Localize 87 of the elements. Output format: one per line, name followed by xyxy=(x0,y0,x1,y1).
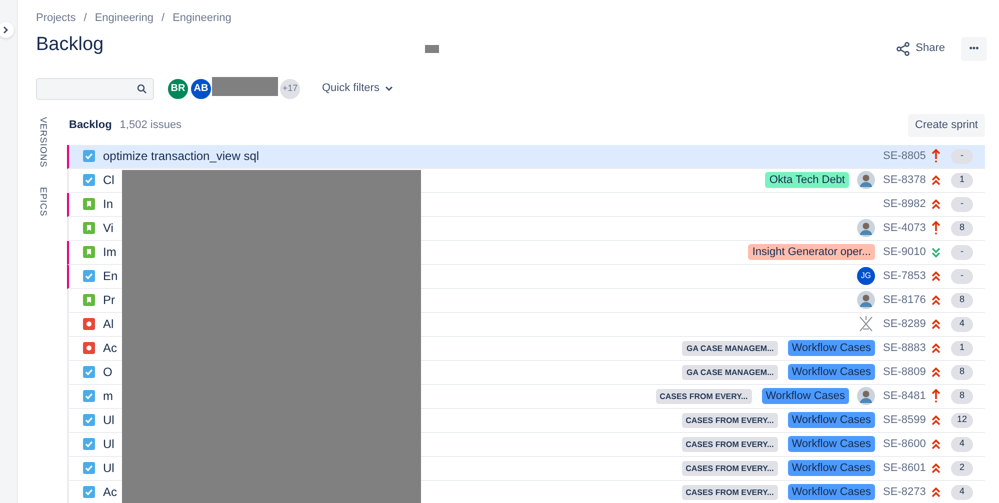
breadcrumb-separator: / xyxy=(84,11,87,26)
issue-summary: optimize transaction_view sql xyxy=(103,148,260,165)
estimate-badge: - xyxy=(951,244,973,260)
epic-label: Workflow Cases xyxy=(788,340,875,356)
issue-summary: Im xyxy=(103,244,116,261)
issue-summary: Vi xyxy=(103,220,114,237)
issue-key[interactable]: SE-8378 xyxy=(883,172,925,188)
avatar: JG xyxy=(857,267,875,285)
issue-summary: Pr xyxy=(103,292,115,309)
estimate-badge: 8 xyxy=(951,364,973,380)
version-label: CASES FROM EVERY... xyxy=(682,484,778,500)
avatar[interactable]: AB xyxy=(189,76,213,100)
search-field[interactable] xyxy=(36,78,154,100)
backlog-heading: Backlog xyxy=(69,118,112,134)
issue-row[interactable]: optimize transaction_view sql SE-8805 - xyxy=(67,144,985,168)
estimate-badge: 4 xyxy=(951,484,973,500)
create-sprint-button[interactable]: Create sprint xyxy=(908,114,985,137)
epic-label: Workflow Cases xyxy=(788,412,875,428)
breadcrumb-link[interactable]: Engineering xyxy=(172,10,232,26)
issue-key[interactable]: SE-7853 xyxy=(883,268,925,284)
search-icon xyxy=(137,84,147,94)
version-label: CASES FROM EVERY... xyxy=(682,436,778,452)
more-button[interactable]: ••• xyxy=(961,36,987,60)
issue-key[interactable]: SE-4073 xyxy=(883,220,925,236)
issue-summary: Ul xyxy=(103,436,114,453)
avatar[interactable]: BR xyxy=(166,76,190,100)
issue-summary: Ul xyxy=(103,412,114,429)
estimate-badge: - xyxy=(951,196,973,212)
estimate-badge: - xyxy=(951,148,973,164)
breadcrumb-link[interactable]: Engineering xyxy=(94,10,154,26)
breadcrumb-separator: / xyxy=(162,11,165,26)
issue-key[interactable]: SE-8289 xyxy=(883,316,925,332)
share-icon xyxy=(896,42,910,56)
redaction-block xyxy=(212,77,278,96)
estimate-badge: 1 xyxy=(951,340,973,356)
epic-label: Workflow Cases xyxy=(762,388,849,404)
side-tab[interactable]: EPICS xyxy=(36,187,50,217)
issue-summary: Al xyxy=(103,316,114,333)
issue-key[interactable]: SE-8176 xyxy=(883,292,925,308)
side-tab[interactable]: VERSIONS xyxy=(36,116,50,168)
issue-summary: O xyxy=(103,364,112,381)
quick-filters-dropdown[interactable]: Quick filters xyxy=(322,80,394,97)
page-title: Backlog xyxy=(36,33,104,58)
version-label: GA CASE MANAGEM... xyxy=(682,340,778,356)
issue-summary: Ac xyxy=(103,340,118,357)
issue-summary: En xyxy=(103,268,118,285)
issue-key[interactable]: SE-8982 xyxy=(883,196,925,212)
issue-summary: In xyxy=(103,196,114,213)
epic-label: Insight Generator oper... xyxy=(748,244,875,260)
issue-summary: Ul xyxy=(103,460,114,477)
issue-key[interactable]: SE-8600 xyxy=(883,436,925,452)
chevron-right-icon xyxy=(3,26,9,34)
estimate-badge: 8 xyxy=(951,388,973,404)
expand-sidebar-button[interactable] xyxy=(0,22,14,38)
estimate-badge: - xyxy=(951,268,973,284)
estimate-badge: 4 xyxy=(951,316,973,332)
issue-key[interactable]: SE-8883 xyxy=(883,340,925,356)
issue-key[interactable]: SE-8481 xyxy=(883,388,925,404)
redaction-block xyxy=(425,45,439,53)
epic-label: Workflow Cases xyxy=(788,484,875,500)
epic-label: Okta Tech Debt xyxy=(765,172,849,188)
breadcrumb-link[interactable]: Projects xyxy=(36,10,76,26)
estimate-badge: 2 xyxy=(951,460,973,476)
epic-label: Workflow Cases xyxy=(788,436,875,452)
estimate-badge: 4 xyxy=(951,436,973,452)
version-label: CASES FROM EVERY... xyxy=(656,388,752,404)
estimate-badge: 12 xyxy=(951,412,973,428)
estimate-badge: 1 xyxy=(951,172,973,188)
issue-key[interactable]: SE-8601 xyxy=(883,460,925,476)
estimate-badge: 8 xyxy=(951,292,973,308)
epic-label: Workflow Cases xyxy=(788,364,875,380)
issue-key[interactable]: SE-9010 xyxy=(883,244,925,260)
issue-summary: Cl xyxy=(103,172,114,189)
estimate-badge: 8 xyxy=(951,220,973,236)
chevron-down-icon xyxy=(385,86,394,92)
issue-key[interactable]: SE-8805 xyxy=(883,148,925,164)
issue-count: 1,502 issues xyxy=(120,118,182,134)
epic-label: Workflow Cases xyxy=(788,460,875,476)
version-label: CASES FROM EVERY... xyxy=(682,460,778,476)
version-label: CASES FROM EVERY... xyxy=(682,412,778,428)
issue-key[interactable]: SE-8599 xyxy=(883,412,925,428)
issue-key[interactable]: SE-8809 xyxy=(883,364,925,380)
version-label: GA CASE MANAGEM... xyxy=(682,364,778,380)
share-button[interactable]: Share xyxy=(890,36,951,60)
issue-key[interactable]: SE-8273 xyxy=(883,484,925,500)
issue-summary: m xyxy=(103,388,113,405)
issue-summary: Ac xyxy=(103,484,118,501)
